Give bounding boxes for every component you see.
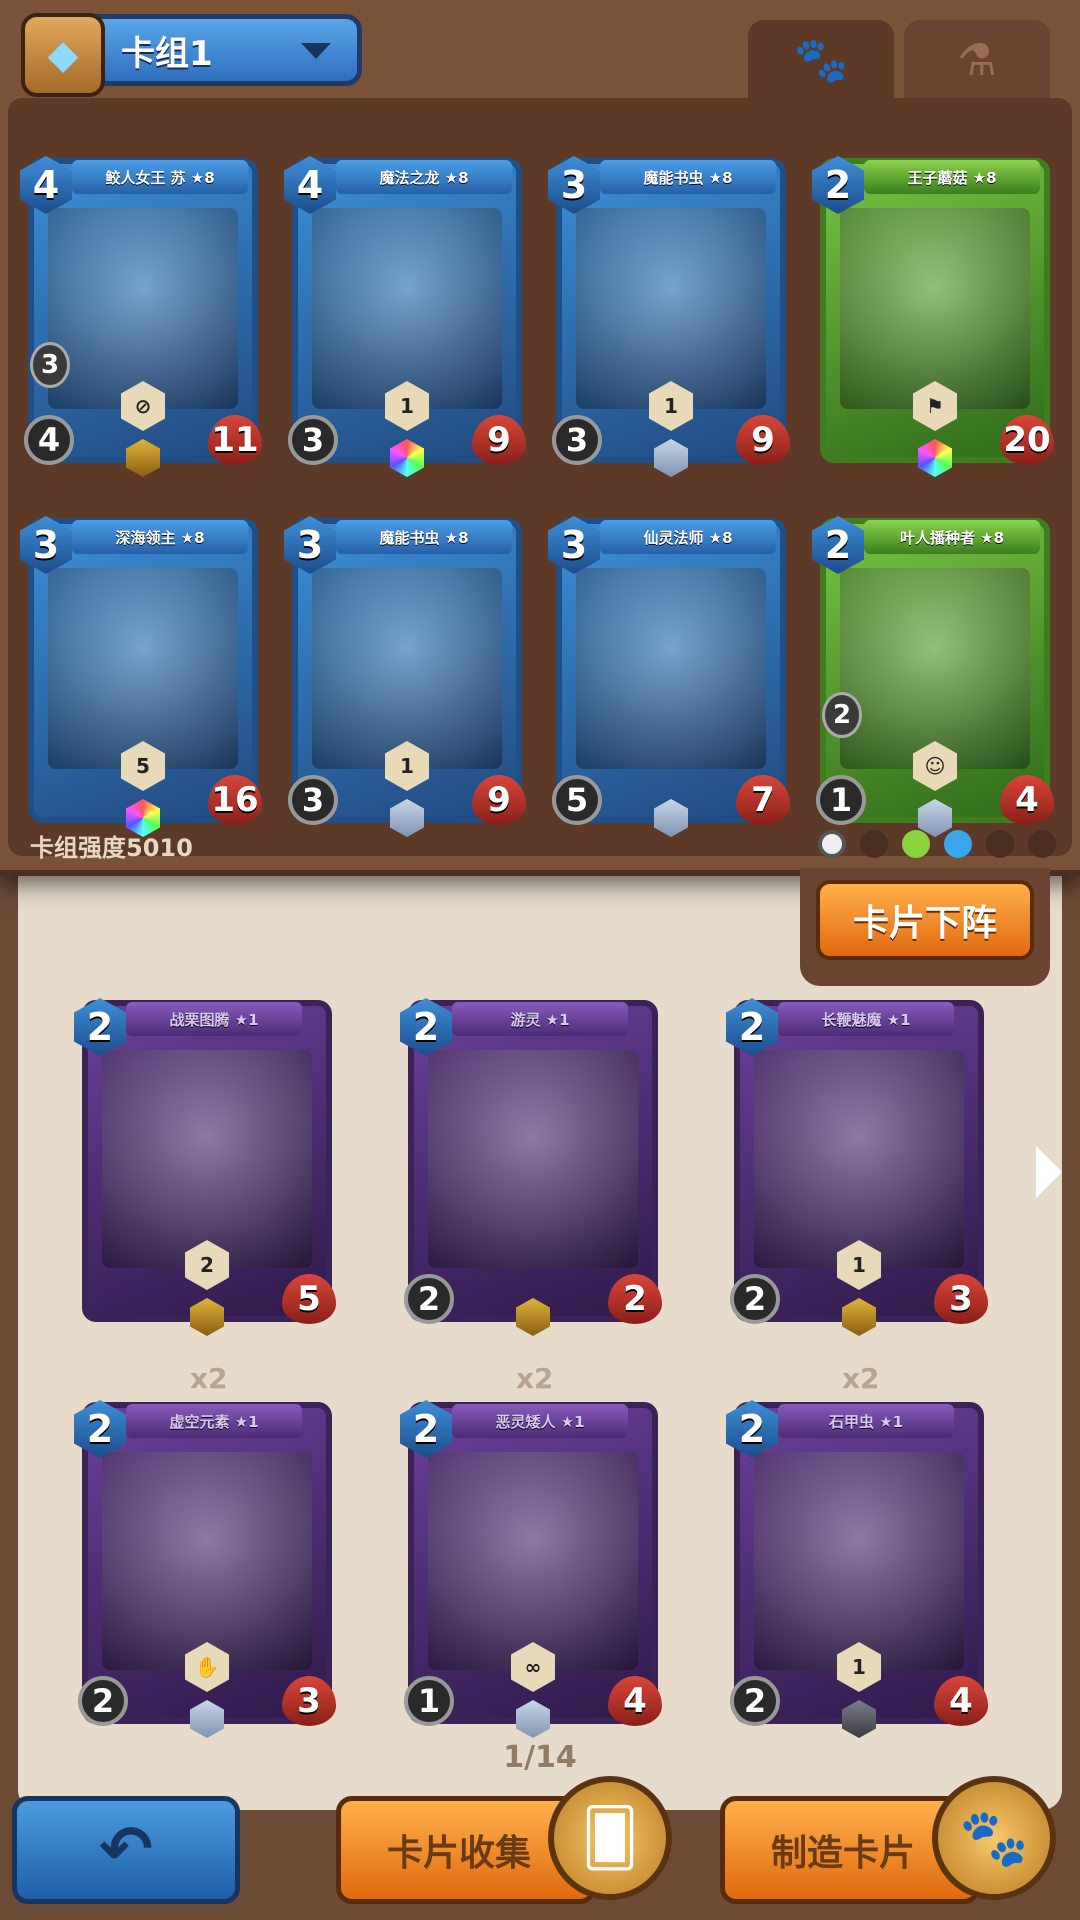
card-name: 战栗图腾 ★1 [126, 1002, 302, 1036]
side-stat: 2 [822, 692, 862, 738]
collection-card[interactable]: 游灵 ★1 2 2 2 [400, 998, 662, 1336]
health-stat: 5 [282, 1274, 336, 1324]
back-button[interactable]: ↶ [12, 1796, 240, 1904]
fire-filter-icon[interactable] [1028, 830, 1056, 858]
health-stat: 9 [472, 775, 526, 825]
water-filter-icon[interactable] [944, 830, 972, 858]
deck-card[interactable]: 深海领主 ★8 3 5 16 [20, 516, 262, 837]
health-stat: 20 [1000, 415, 1054, 465]
back-arrow-icon: ↶ [99, 1813, 153, 1887]
earth-filter-icon[interactable] [860, 830, 888, 858]
deck-book-icon: ◆ [21, 13, 105, 97]
paw-icon: 🐾 [793, 35, 849, 86]
attack-stat: 1 [404, 1676, 454, 1726]
card-name: 石甲虫 ★1 [778, 1404, 954, 1438]
collection-card[interactable]: 虚空元素 ★1 2 ✋ 2 3 [74, 1400, 336, 1738]
attack-stat: 4 [24, 415, 74, 465]
deck-card[interactable]: 鲛人女王 苏 ★8 4 3 ⊘ 4 11 [20, 156, 262, 477]
card-name: 魔法之龙 ★8 [336, 160, 512, 194]
health-stat: 16 [208, 775, 262, 825]
card-name: 鲛人女王 苏 ★8 [72, 160, 248, 194]
card-name: 魔能书虫 ★8 [600, 160, 776, 194]
deck-card[interactable]: 魔法之龙 ★8 4 1 3 9 [284, 156, 526, 477]
attack-stat: 2 [730, 1274, 780, 1324]
deck-card[interactable]: 王子蘑菇 ★8 2 ⚑ 20 [812, 156, 1054, 477]
card-art [48, 568, 238, 769]
card-art [428, 1050, 638, 1268]
attack-stat: 3 [288, 415, 338, 465]
card-name: 恶灵矮人 ★1 [452, 1404, 628, 1438]
health-stat: 9 [736, 415, 790, 465]
card-name: 深海领主 ★8 [72, 520, 248, 554]
health-stat: 4 [1000, 775, 1054, 825]
card-name: 王子蘑菇 ★8 [864, 160, 1040, 194]
paw-potion-icon: 🐾 [932, 1776, 1056, 1900]
attack-stat: 2 [404, 1274, 454, 1324]
deck-name: 卡组1 [121, 33, 213, 74]
card-art [102, 1050, 312, 1268]
deck-selector[interactable]: ◆ 卡组1 [21, 13, 362, 97]
deck-card[interactable]: 叶人播种者 ★8 2 2 ☺ 1 4 [812, 516, 1054, 837]
deck-card[interactable]: 魔能书虫 ★8 3 1 3 9 [284, 516, 526, 837]
card-book-icon: 🂠 [548, 1776, 672, 1900]
health-stat: 4 [934, 1676, 988, 1726]
card-art [428, 1452, 638, 1670]
health-stat: 3 [282, 1676, 336, 1726]
deck-strength: 卡组强度5010 [30, 834, 193, 862]
side-stat: 3 [30, 342, 70, 388]
card-count: x2 [842, 1362, 880, 1395]
card-art [102, 1452, 312, 1670]
card-count: x2 [190, 1362, 228, 1395]
remove-button-frame: 卡片下阵 [800, 868, 1050, 986]
card-art [48, 208, 238, 409]
card-art [840, 568, 1030, 769]
deck-card[interactable]: 魔能书虫 ★8 3 1 3 9 [548, 156, 790, 477]
card-name: 虚空元素 ★1 [126, 1404, 302, 1438]
collection-card[interactable]: 战栗图腾 ★1 2 2 5 [74, 998, 336, 1336]
attack-stat: 1 [816, 775, 866, 825]
card-name: 魔能书虫 ★8 [336, 520, 512, 554]
deck-panel: ◆ 卡组1 🐾 ⚗ 鲛人女王 苏 ★8 4 3 ⊘ 4 11 魔法之龙 ★8 4… [0, 0, 1080, 876]
card-art [576, 208, 766, 409]
card-collection-label: 卡片收集 [387, 1833, 532, 1874]
page-indicator: 1/14 [503, 1740, 577, 1775]
health-stat: 2 [608, 1274, 662, 1324]
card-art [840, 208, 1030, 409]
card-name: 叶人播种者 ★8 [864, 520, 1040, 554]
tab-creatures[interactable]: 🐾 [748, 20, 894, 100]
deck-card[interactable]: 仙灵法师 ★8 3 5 7 [548, 516, 790, 837]
health-stat: 4 [608, 1676, 662, 1726]
card-art [312, 208, 502, 409]
potion-icon: ⚗ [957, 34, 997, 86]
health-stat: 3 [934, 1274, 988, 1324]
collection-card[interactable]: 石甲虫 ★1 2 1 2 4 [726, 1400, 988, 1738]
attack-stat: 2 [730, 1676, 780, 1726]
element-filters [818, 830, 1056, 858]
attack-stat: 5 [552, 775, 602, 825]
attack-stat: 2 [78, 1676, 128, 1726]
remove-card-button[interactable]: 卡片下阵 [816, 880, 1034, 960]
card-art [754, 1050, 964, 1268]
collection-card[interactable]: 恶灵矮人 ★1 2 ∞ 1 4 [400, 1400, 662, 1738]
health-stat: 9 [472, 415, 526, 465]
card-art [754, 1452, 964, 1670]
card-art [576, 568, 766, 769]
card-name: 长鞭魅魔 ★1 [778, 1002, 954, 1036]
health-stat: 7 [736, 775, 790, 825]
chevron-down-icon [301, 43, 331, 59]
card-name: 仙灵法师 ★8 [600, 520, 776, 554]
all-filter-icon[interactable] [818, 830, 846, 858]
wind-filter-icon[interactable] [986, 830, 1014, 858]
card-art [312, 568, 502, 769]
tab-spells[interactable]: ⚗ [904, 20, 1050, 100]
craft-card-label: 制造卡片 [771, 1833, 916, 1874]
card-name: 游灵 ★1 [452, 1002, 628, 1036]
health-stat: 11 [208, 415, 262, 465]
card-count: x2 [516, 1362, 554, 1395]
nature-filter-icon[interactable] [902, 830, 930, 858]
collection-card[interactable]: 长鞭魅魔 ★1 2 1 2 3 [726, 998, 988, 1336]
next-page-arrow-icon[interactable] [1036, 1146, 1062, 1198]
attack-stat: 3 [552, 415, 602, 465]
attack-stat: 3 [288, 775, 338, 825]
